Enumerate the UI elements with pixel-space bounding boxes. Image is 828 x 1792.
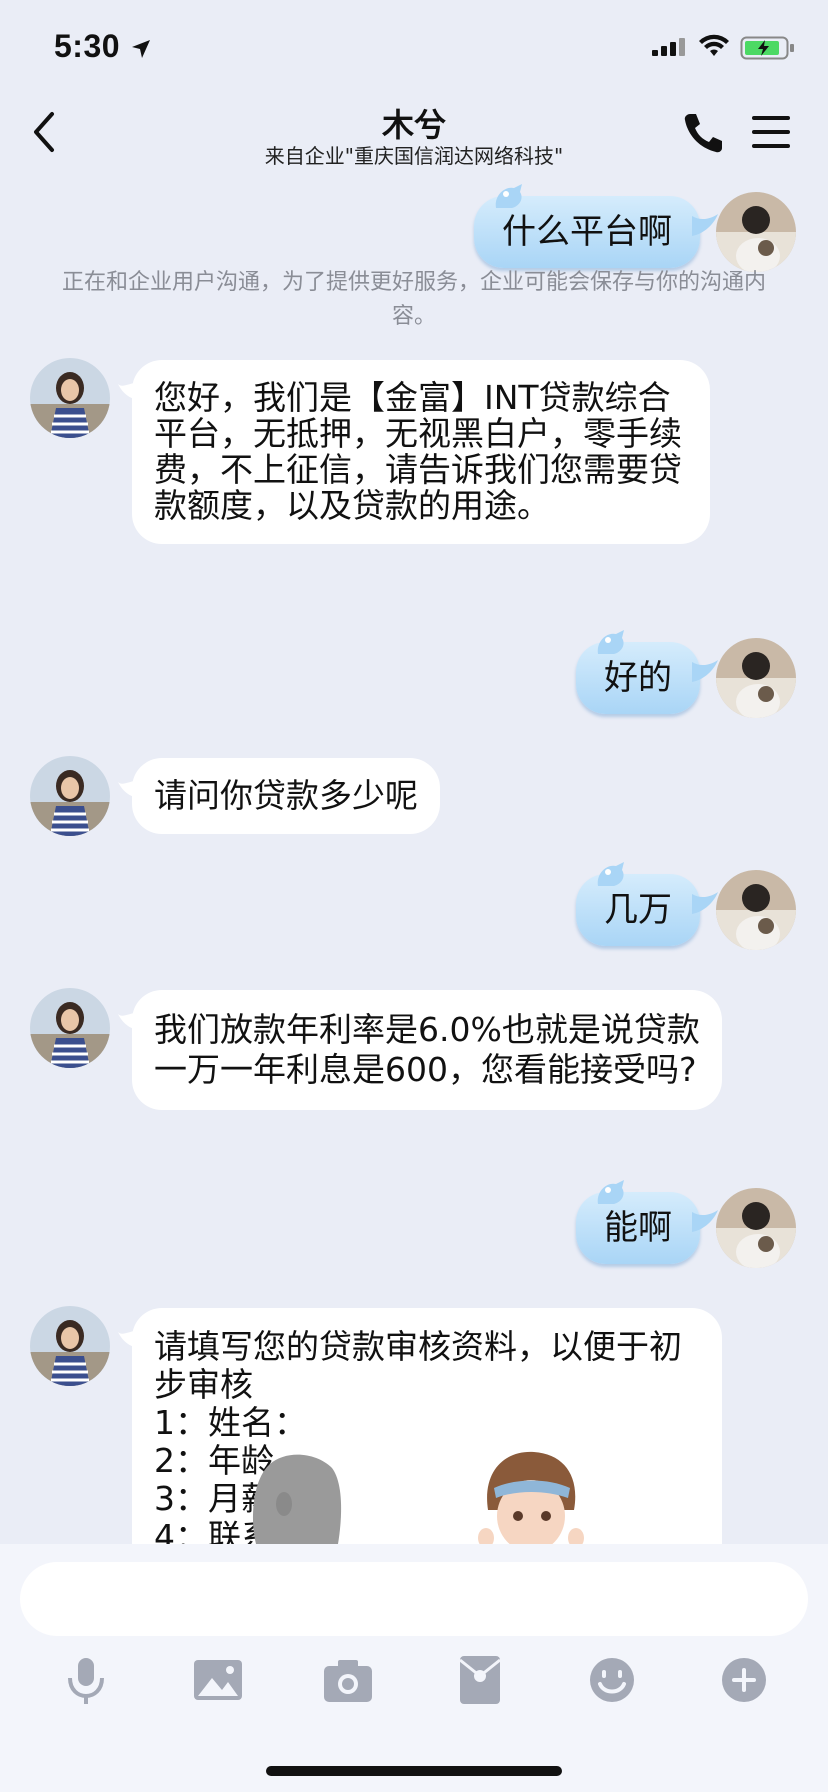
plus-icon[interactable] (716, 1652, 772, 1708)
phone-call-icon[interactable] (680, 110, 726, 156)
bubble-tail (118, 1012, 138, 1030)
contact-avatar[interactable] (30, 988, 110, 1068)
status-time: 5:30 (54, 28, 121, 64)
message-text: 几万 (604, 890, 672, 930)
redacted-sticker-icon (252, 1454, 342, 1544)
voice-icon[interactable] (58, 1652, 114, 1708)
message-bubble-sent[interactable]: 几万 (576, 862, 718, 946)
cellular-signal-icon (652, 38, 685, 56)
message-text: 请问你贷款多少呢 (154, 776, 418, 815)
location-arrow-icon (132, 40, 150, 58)
bubble-decoration-icon (495, 184, 522, 208)
wifi-icon (699, 34, 729, 56)
message-text: 什么平台啊 (502, 212, 672, 252)
input-toolbar (0, 1544, 828, 1792)
message-text: 好的 (604, 658, 672, 698)
bubble-decoration-icon (597, 630, 624, 654)
privacy-notice: 正在和企业用户沟通，为了提供更好服务，企业可能会保存与你的沟通内容。 (61, 270, 766, 329)
message-input[interactable] (20, 1562, 808, 1636)
cartoon-boy-sticker-icon (478, 1451, 584, 1544)
bubble-tail (692, 660, 718, 682)
bubble-decoration-icon (597, 862, 624, 886)
status-bar: 5:30 (0, 0, 828, 88)
contact-avatar[interactable] (30, 1306, 110, 1386)
message-bubble-sent[interactable]: 好的 (576, 630, 718, 714)
contact-avatar[interactable] (30, 756, 110, 836)
message-bubble-received[interactable]: 您好，我们是【金富】INT贷款综合平台，无抵押，无视黑白户，零手续费，不上征信，… (118, 360, 710, 544)
message-bubble-sent[interactable]: 什么平台啊 (474, 184, 718, 268)
message-text: 能啊 (604, 1208, 672, 1248)
chat-header: 木兮 来自企业"重庆国信润达网络科技" (0, 88, 828, 176)
message-bubble-received[interactable]: 请填写您的贷款审核资料，以便于初步审核 1：姓名： 2：年龄 3：月薪 4：联系 (118, 1308, 722, 1545)
my-avatar[interactable] (716, 192, 796, 272)
bubble-tail (692, 1210, 718, 1232)
message-bubble-received[interactable]: 请问你贷款多少呢 (118, 758, 440, 834)
message-bubble-sent[interactable]: 能啊 (576, 1180, 718, 1264)
bubble-decoration-icon (597, 1180, 624, 1204)
emoji-icon[interactable] (584, 1652, 640, 1708)
home-indicator[interactable] (266, 1766, 562, 1776)
bubble-tail (118, 780, 138, 798)
message-bubble-received[interactable]: 我们放款年利率是6.0%也就是说贷款一万一年利息是600，您看能接受吗? (118, 990, 722, 1110)
camera-icon[interactable] (320, 1652, 376, 1708)
image-icon[interactable] (190, 1652, 246, 1708)
menu-icon[interactable] (748, 112, 794, 152)
battery-charging-icon (740, 36, 794, 60)
my-avatar[interactable] (716, 870, 796, 950)
message-text: 我们放款年利率是6.0%也就是说贷款一万一年利息是600，您看能接受吗? (154, 1010, 700, 1089)
bubble-tail (118, 1330, 138, 1348)
red-packet-icon[interactable] (452, 1652, 508, 1708)
message-text: 您好，我们是【金富】INT贷款综合平台，无抵押，无视黑白户，零手续费，不上征信，… (154, 378, 682, 525)
my-avatar[interactable] (716, 1188, 796, 1268)
bubble-tail (692, 892, 718, 914)
chat-messages[interactable]: 什么平台啊 正在和企业用户沟通，为了提供更好服务，企业可能会保存与你的沟通内容。… (0, 176, 828, 1544)
bubble-tail (118, 382, 138, 400)
bubble-tail (692, 214, 718, 236)
my-avatar[interactable] (716, 638, 796, 718)
contact-avatar[interactable] (30, 358, 110, 438)
message-text: 请填写您的贷款审核资料，以便于初步审核 1：姓名： 2：年龄 3：月薪 4：联系 (154, 1327, 682, 1545)
